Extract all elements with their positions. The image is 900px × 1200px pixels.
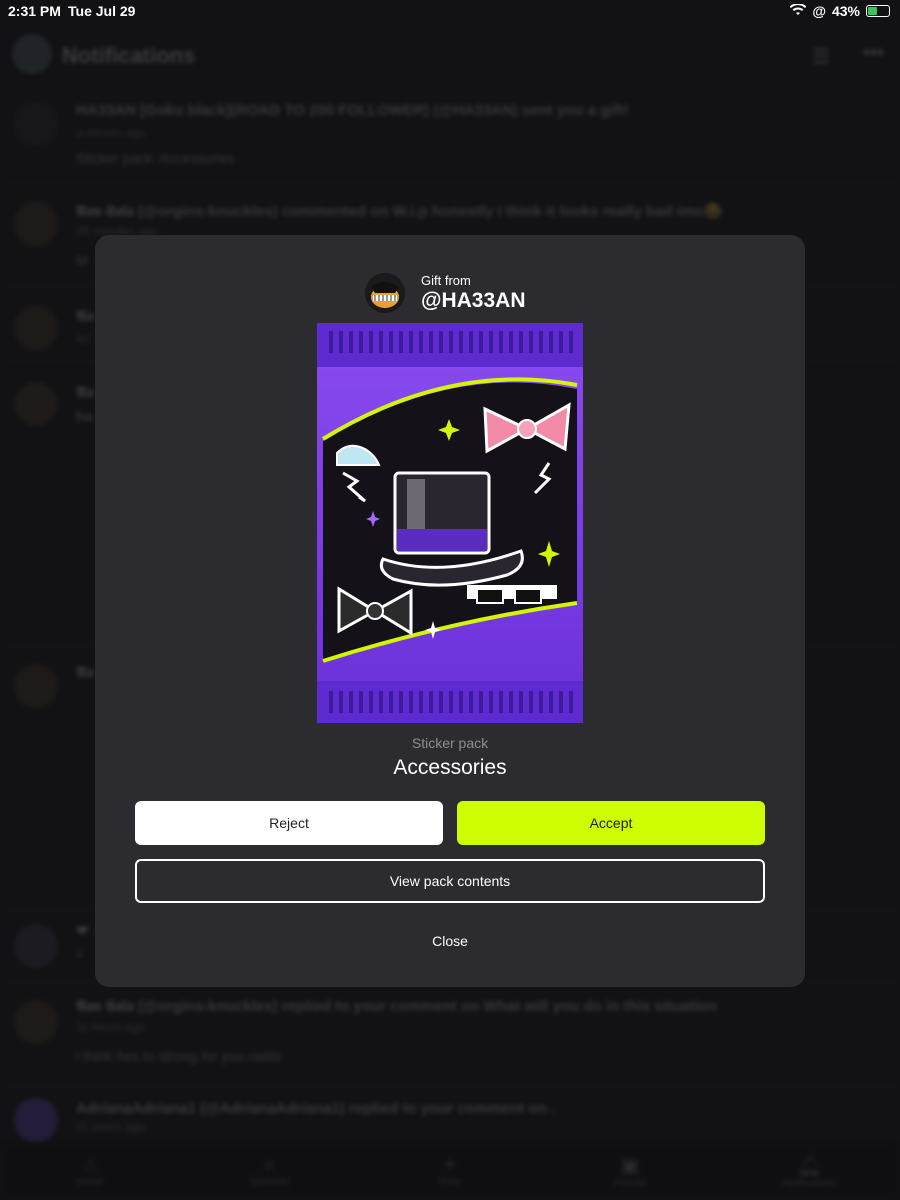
status-date: Tue Jul 29 — [68, 3, 136, 19]
sender-avatar — [365, 273, 405, 313]
gift-from-label: Gift from — [421, 273, 471, 288]
battery-percent: 43% — [831, 3, 860, 19]
pack-type-label: Sticker pack — [411, 735, 489, 751]
orientation-lock-icon: @ — [812, 3, 826, 19]
close-button[interactable]: Close — [395, 919, 505, 963]
status-time: 2:31 PM — [8, 3, 61, 19]
sticker-pack-image — [317, 323, 583, 723]
view-pack-contents-button[interactable]: View pack contents — [135, 859, 765, 903]
gift-username[interactable]: @HA33AN — [421, 289, 526, 313]
status-bar: 2:31 PM Tue Jul 29 @ 43% — [0, 0, 900, 24]
accept-button[interactable]: Accept — [457, 801, 765, 845]
wifi-icon — [789, 3, 807, 19]
gift-sender: Gift from @HA33AN — [365, 271, 545, 315]
status-right: @ 43% — [789, 3, 890, 19]
pack-name: Accessories — [393, 756, 507, 779]
gift-modal: Gift from @HA33AN Sticker pack Accessori… — [95, 235, 805, 987]
battery-icon — [866, 5, 890, 17]
reject-button[interactable]: Reject — [135, 801, 443, 845]
